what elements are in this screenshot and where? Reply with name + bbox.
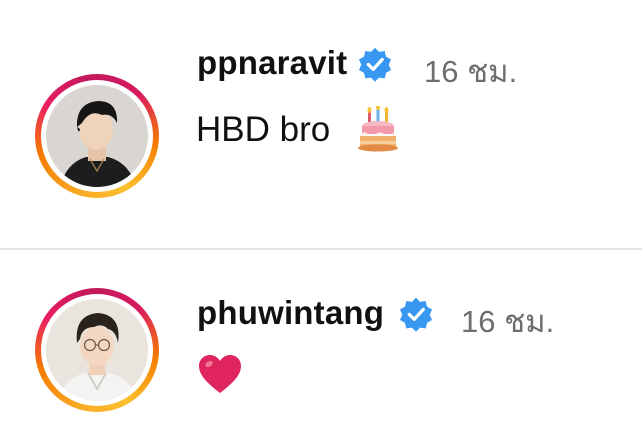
username[interactable]: ppnaravit: [197, 44, 347, 82]
birthday-cake-icon: [358, 106, 398, 152]
avatar-story-ring[interactable]: [35, 74, 159, 198]
comment-item: phuwintang 16 ชม.: [0, 250, 642, 424]
comment-text: HBD bro: [196, 110, 331, 149]
avatar-photo: [46, 299, 148, 401]
red-heart-icon: [199, 355, 241, 393]
verified-badge-icon: [399, 297, 433, 332]
comment-timestamp: 16 ชม.: [461, 304, 555, 339]
avatar[interactable]: [46, 85, 148, 187]
username[interactable]: phuwintang: [197, 294, 384, 332]
comment-timestamp: 16 ชม.: [424, 54, 518, 89]
avatar-photo: [46, 85, 148, 187]
comment-item: ppnaravit 16 ชม. HBD bro: [0, 0, 642, 248]
avatar[interactable]: [46, 299, 148, 401]
verified-badge-icon: [358, 47, 392, 82]
avatar-story-ring[interactable]: [35, 288, 159, 412]
